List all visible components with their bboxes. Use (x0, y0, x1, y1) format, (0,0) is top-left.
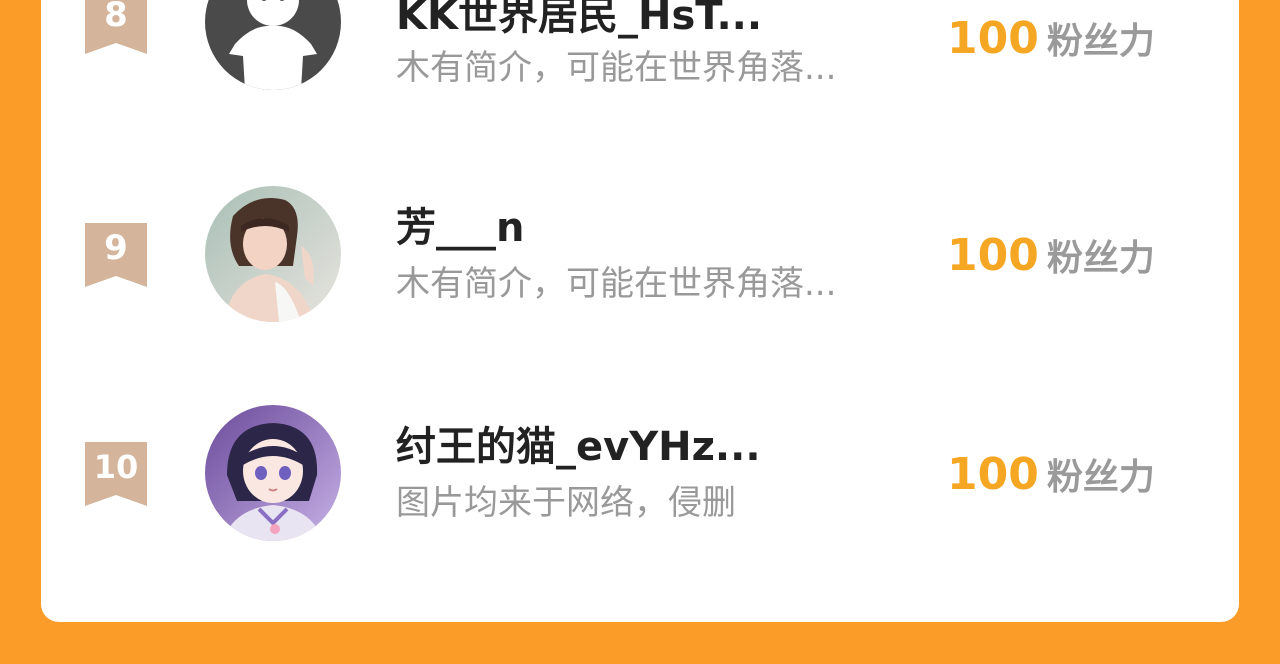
fan-power: 100 粉丝力 (947, 450, 1155, 509)
fan-power: 100 粉丝力 (947, 14, 1155, 73)
user-name[interactable]: 纣王的猫_evYHz... (396, 423, 761, 471)
rank-badge: 8 (85, 0, 147, 54)
avatar[interactable] (205, 186, 341, 322)
rank-number: 9 (104, 228, 128, 268)
photo-avatar-image (205, 186, 341, 322)
fan-power: 100 粉丝力 (947, 231, 1155, 290)
fan-power-unit: 粉丝力 (1046, 238, 1155, 279)
list-item[interactable]: 9 芳___n 木有简介，可能在世界角落... 100 粉丝力 (41, 185, 1239, 325)
avatar[interactable] (205, 0, 341, 90)
fan-power-unit: 粉丝力 (1046, 21, 1155, 62)
fan-power-value: 100 (947, 13, 1039, 64)
leaderboard-card: 8 KK世界居民_HsT... 木有简介，可能在世界角落... 100 粉丝力 9 (41, 0, 1239, 622)
user-name[interactable]: KK世界居民_HsT... (396, 0, 762, 40)
anime-avatar-image (205, 405, 341, 541)
fan-power-value: 100 (947, 230, 1039, 281)
default-avatar-icon (205, 0, 341, 90)
user-name[interactable]: 芳___n (396, 204, 524, 252)
user-bio: 木有简介，可能在世界角落... (396, 48, 837, 88)
fan-power-value: 100 (947, 449, 1039, 500)
user-bio: 木有简介，可能在世界角落... (396, 264, 837, 304)
fan-power-unit: 粉丝力 (1046, 457, 1155, 498)
list-item[interactable]: 10 纣王的猫_evYHz... 图片均来于网络，侵删 100 粉丝力 (41, 404, 1239, 544)
rank-number: 10 (93, 448, 139, 486)
list-item[interactable]: 8 KK世界居民_HsT... 木有简介，可能在世界角落... 100 粉丝力 (41, 0, 1239, 100)
rank-badge: 10 (85, 442, 147, 506)
rank-number: 8 (104, 0, 128, 35)
user-bio: 图片均来于网络，侵删 (396, 483, 736, 523)
avatar[interactable] (205, 405, 341, 541)
rank-badge: 9 (85, 223, 147, 287)
